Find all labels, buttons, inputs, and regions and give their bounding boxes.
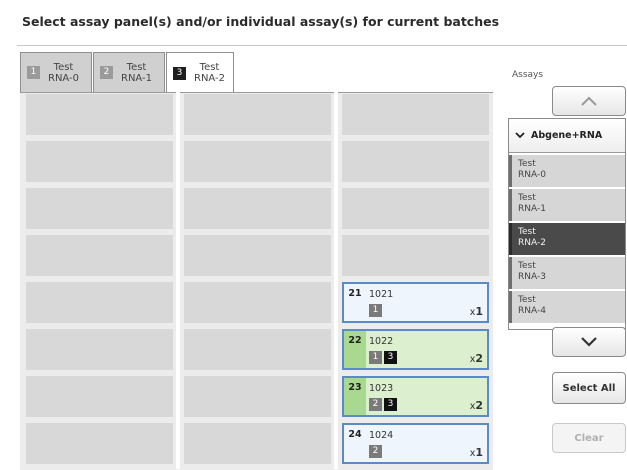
assay-item-test-rna-4[interactable]: Test RNA-4 [509,291,625,323]
assay-count: x2 [469,399,483,412]
empty-well-cell [184,282,331,323]
assay-count: x1 [469,446,483,459]
scroll-down-button[interactable] [552,327,626,357]
empty-well-cell [184,423,331,464]
empty-well-cell [342,94,489,135]
column-divider [334,92,338,469]
empty-well-cell [184,188,331,229]
chevron-down-icon [515,132,525,139]
empty-well-cell [26,423,173,464]
empty-well-cell [26,188,173,229]
assay-badge: 2 [369,398,382,411]
tab-number-badge: 2 [100,66,113,79]
scroll-up-button[interactable] [552,86,626,116]
sample-id: 1024 [369,430,394,441]
assay-item-test-rna-3[interactable]: Test RNA-3 [509,257,625,289]
assay-badges: 1 3 [369,351,397,364]
empty-well-cell [26,94,173,135]
assay-count: x2 [469,352,483,365]
empty-well-cell [342,141,489,182]
assay-item-test-rna-1[interactable]: Test RNA-1 [509,189,625,221]
empty-well-cell [184,141,331,182]
empty-well-cell [342,188,489,229]
empty-well-cell [26,376,173,417]
sample-id: 1021 [369,289,394,300]
title-divider [17,45,627,46]
sample-position: 24 [348,429,362,440]
empty-well-cell [26,141,173,182]
tab-number-badge: 1 [27,66,40,79]
tab-test-rna-2[interactable]: 3 Test RNA-2 [166,52,234,93]
sample-tile-22[interactable]: 22 1022 1 3 x2 [342,329,489,370]
empty-well-cell [184,94,331,135]
assay-badge: 2 [369,445,382,458]
chevron-up-icon [581,96,597,106]
tab-number-badge: 3 [173,66,186,80]
empty-well-cell [184,376,331,417]
empty-well-cell [342,235,489,276]
chevron-down-icon [581,337,597,347]
sample-position: 22 [344,331,366,368]
assay-tabs: 1 Test RNA-0 2 Test RNA-1 3 Test RNA-2 [20,52,490,93]
assay-badges: 1 [369,304,382,317]
sample-id: 1023 [369,383,394,394]
clear-button[interactable]: Clear [552,423,626,453]
sample-tile-24[interactable]: 24 1024 2 x1 [342,423,489,464]
select-all-button[interactable]: Select All [552,372,626,404]
empty-well-cell [26,235,173,276]
empty-well-cell [184,235,331,276]
empty-well-cell [26,282,173,323]
sample-position: 23 [344,378,366,415]
page-title: Select assay panel(s) and/or individual … [22,14,500,29]
tab-test-rna-1[interactable]: 2 Test RNA-1 [93,52,165,92]
empty-well-cell [26,329,173,370]
sample-tile-21[interactable]: 21 1021 1 x1 [342,282,489,323]
assay-badge: 1 [369,304,382,317]
assay-badge: 1 [369,351,382,364]
sample-position: 21 [348,288,362,299]
assay-item-test-rna-0[interactable]: Test RNA-0 [509,155,625,187]
assay-count: x1 [469,305,483,318]
assay-panel-name: Abgene+RNA [531,130,603,141]
tab-test-rna-0[interactable]: 1 Test RNA-0 [20,52,92,92]
assay-badge: 3 [384,351,397,364]
assay-badges: 2 [369,445,382,458]
tab-label: Test RNA-2 [194,62,226,84]
tab-label: Test RNA-1 [121,61,153,84]
sample-id: 1022 [369,336,394,347]
assay-badges: 2 3 [369,398,397,411]
assay-panel-header[interactable]: Abgene+RNA [509,119,625,153]
assay-badge: 3 [384,398,397,411]
tab-label: Test RNA-0 [48,61,80,84]
assays-label: Assays [512,70,544,80]
assay-list: Abgene+RNA Test RNA-0 Test RNA-1 Test RNA-2… [508,118,626,330]
sample-tile-23[interactable]: 23 1023 2 3 x2 [342,376,489,417]
column-divider [176,92,180,469]
empty-well-cell [184,329,331,370]
assay-item-test-rna-2[interactable]: Test RNA-2 [509,223,625,255]
